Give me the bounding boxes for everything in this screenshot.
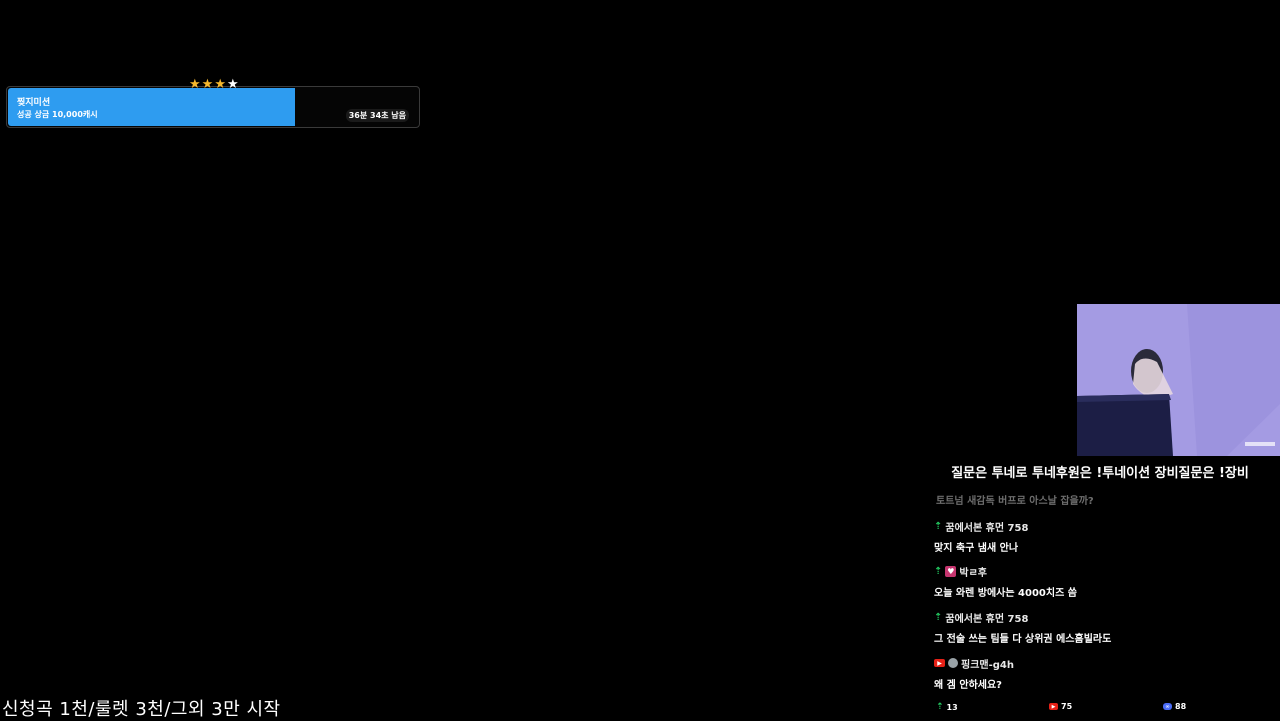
viewer-count-value: 88 <box>1175 702 1187 711</box>
chat-faded-message: 토트넘 새감독 버프로 아스날 잡을까? <box>936 496 1094 507</box>
up-arrow-icon: ⇡ <box>934 565 943 577</box>
up-arrow-icon: ⇡ <box>936 702 944 712</box>
webcam-scene <box>1077 304 1280 456</box>
viewer-count-value: 13 <box>946 702 958 712</box>
chat-username: 꿈에서본 휴먼 758 <box>945 522 1029 534</box>
viewer-count-value: 75 <box>1061 702 1073 711</box>
mission-reward: 성공 상금 10,000캐시 <box>17 110 98 119</box>
chat-text: 맞지 축구 냄새 안나 <box>934 543 1019 554</box>
mission-star-rating: ★ ★ ★ ★ <box>189 78 239 92</box>
youtube-icon: ▶ <box>934 659 945 667</box>
chat-username: 꿈에서본 휴먼 758 <box>945 613 1029 625</box>
youtube-icon: ▶ <box>1049 703 1058 710</box>
viewer-count-platform-a: ⇡ 13 <box>936 702 958 712</box>
mission-progress-bar <box>8 88 295 126</box>
up-arrow-icon: ⇡ <box>934 611 943 623</box>
mission-widget: ★ ★ ★ ★ 찢지미션 성공 상금 10,000캐시 36분 34초 남음 <box>6 78 420 128</box>
viewer-count-youtube: ▶ 75 <box>1049 702 1072 711</box>
chat-bubble-icon: ∞ <box>1163 703 1172 710</box>
mission-title: 찢지미션 <box>17 98 51 108</box>
chat-username: 핑크맨-g4h <box>961 659 1014 671</box>
chat-text: 왜 겜 안하세요? <box>934 680 1002 691</box>
chat-text: 그 전술 쓰는 팀들 다 상위권 에스홈빌라도 <box>934 634 1112 645</box>
webcam-feed <box>1077 304 1280 456</box>
avatar <box>948 658 958 668</box>
up-arrow-icon: ⇡ <box>934 520 943 532</box>
mission-time-left: 36분 34초 남음 <box>345 109 409 122</box>
star-filled-icon: ★ <box>214 77 226 92</box>
heart-icon: ♥ <box>945 565 957 577</box>
chat-notice: 질문은 투네로 투네후원은 !투네이션 장비질문은 !장비 <box>951 466 1249 481</box>
chat-username: 박ㄹ후 <box>959 567 987 579</box>
chat-message: ⇡ 꿈에서본 휴먼 758 맞지 축구 냄새 안나 <box>934 519 1029 555</box>
chat-message: ⇡ 꿈에서본 휴먼 758 그 전술 쓰는 팀들 다 상위권 에스홈빌라도 <box>934 610 1112 646</box>
viewer-stats: ⇡ 13 ▶ 75 ∞ 88 <box>934 702 1280 714</box>
star-empty-icon: ★ <box>226 77 239 92</box>
donation-ticker: 신청곡 1천/룰렛 3천/그외 3만 시작 <box>2 699 281 720</box>
chat-message: ▶ 핑크맨-g4h 왜 겜 안하세요? <box>934 656 1014 691</box>
star-filled-icon: ★ <box>201 77 214 92</box>
chat-text: 오늘 와렌 방에사는 4000치즈 씀 <box>934 588 1077 599</box>
chat-message: ⇡ ♥ 박ㄹ후 오늘 와렌 방에사는 4000치즈 씀 <box>934 564 1077 599</box>
star-filled-icon: ★ <box>189 77 201 92</box>
viewer-count-platform-b: ∞ 88 <box>1163 702 1186 711</box>
